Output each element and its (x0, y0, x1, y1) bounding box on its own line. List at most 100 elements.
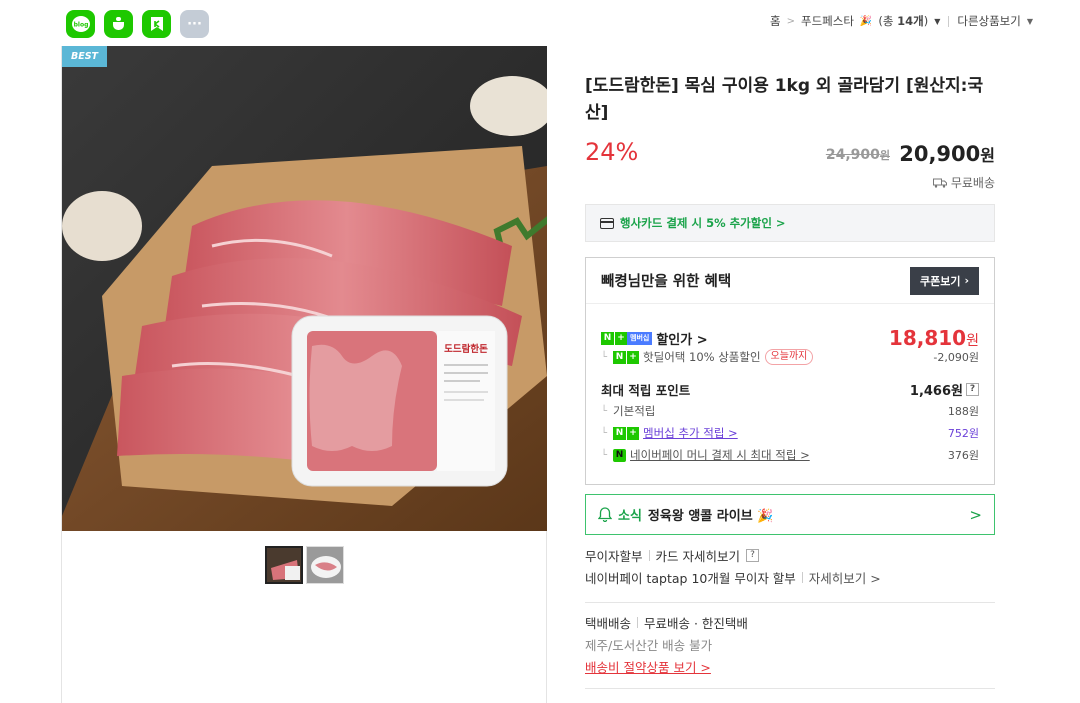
news-banner[interactable]: 소식 정육왕 앵콜 라이브 🎉 > (585, 494, 995, 535)
breadcrumb-home[interactable]: 홈 (770, 13, 781, 29)
base-points-label: 기본적립 (613, 404, 656, 418)
package-brand-text: 도드람한돈 (444, 343, 488, 355)
section-divider (585, 688, 995, 689)
band-icon[interactable] (142, 10, 171, 38)
installment-info: 무이자할부 카드 자세히보기 ? 네이버페이 taptap 10개월 무이자 할… (585, 544, 995, 588)
npay-installment-text: 네이버페이 taptap 10개월 무이자 할부 (585, 570, 796, 586)
product-title: [도드람한돈] 목심 구이용 1kg 외 골라담기 [원산지:국산] (585, 76, 984, 123)
tree-connector: └ (601, 351, 608, 363)
today-only-badge: 오늘까지 (764, 349, 814, 365)
card-detail-link[interactable]: 카드 자세히보기 (656, 546, 740, 565)
chevron-right-icon: > (786, 15, 796, 27)
chevron-right-icon: › (964, 274, 969, 287)
hotdeal-label: 핫딜어택 10% 상품할인 (643, 350, 761, 364)
count-value: 14개 (897, 14, 924, 28)
tree-connector: └ (601, 405, 608, 417)
member-points-row: └ N + 멤버십 추가 적립 > 752원 (601, 425, 979, 441)
naver-plus-membership-icon: N + 멤버십 (601, 331, 653, 345)
coupon-button-label: 쿠폰보기 (919, 274, 961, 288)
help-icon[interactable]: ? (746, 548, 759, 562)
points-row: 최대 적립 포인트 1,466원? (601, 380, 979, 399)
best-badge: BEST (62, 46, 107, 67)
delivery-method: 택배배송 (585, 615, 632, 631)
coupon-button[interactable]: 쿠폰보기 › (909, 266, 979, 295)
tree-connector: └ (601, 427, 608, 439)
news-text: 정육왕 앵콜 라이브 🎉 (647, 509, 774, 524)
truck-icon (932, 178, 947, 188)
hotdeal-row: └ N + 핫딜어택 10% 상품할인 오늘까지 -2,090원 (601, 349, 979, 365)
points-value-text: 1,466원 (909, 384, 963, 399)
thumbnail-list (265, 546, 344, 584)
pork-neck-photo: 도드람한돈 (62, 46, 547, 531)
help-icon[interactable]: ? (966, 383, 979, 396)
shipping-text: 무료배송 (950, 176, 995, 190)
original-price-value: 24,900 (825, 147, 880, 163)
delivery-restriction: 제주/도서산간 배송 불가 (585, 637, 713, 653)
divider (948, 15, 950, 27)
news-tag: 소식 (618, 509, 642, 524)
installment-detail-link[interactable]: 자세히보기 > (809, 568, 881, 587)
npay-points-row: └ N 네이버페이 머니 결제 시 최대 적립 > 376원 (601, 447, 979, 463)
credit-card-icon (600, 217, 614, 229)
count-suffix: ) (923, 14, 929, 28)
npay-points-value: 376원 (947, 449, 979, 462)
discount-price-value: 18,810 (888, 326, 967, 350)
blog-icon-text: blog (73, 22, 88, 29)
thumbnail-2[interactable] (306, 546, 344, 584)
naver-plus-icon: N + (613, 426, 640, 440)
benefit-heading: 빼켱님만을 위한 혜택 (601, 274, 732, 290)
chevron-right-icon: > (969, 505, 982, 524)
other-products-link[interactable]: 다른상품보기 (957, 13, 1020, 29)
delivery-detail: 무료배송 · 한진택배 (644, 615, 748, 631)
section-divider (585, 602, 995, 603)
naver-pay-icon: N (613, 448, 627, 462)
sale-price-unit: 원 (980, 146, 995, 165)
thumbnail-1[interactable] (265, 546, 303, 584)
shipping-info: 무료배송 (932, 174, 995, 191)
more-icon-label: ··· (187, 16, 202, 32)
shipping-saving-link[interactable]: 배송비 절약상품 보기 > (585, 657, 711, 676)
base-points-value: 188원 (947, 405, 979, 418)
sale-price-value: 20,900 (899, 142, 981, 166)
party-popper-icon: 🎉 (859, 15, 873, 27)
divider (801, 571, 803, 583)
blog-icon[interactable]: blog (66, 10, 95, 38)
original-price: 24,900원 (826, 147, 890, 163)
tree-connector: └ (601, 449, 608, 461)
card-promo-text: 행사카드 결제 시 5% 추가할인 > (620, 216, 786, 230)
more-icon[interactable]: ··· (180, 10, 209, 38)
hotdeal-amount: -2,090원 (933, 351, 979, 364)
discount-rate: 24% (585, 138, 639, 166)
breadcrumb-store[interactable]: 푸드페스타 (801, 13, 854, 29)
member-points-link[interactable]: 멤버십 추가 적립 > (643, 425, 738, 441)
original-price-unit: 원 (879, 149, 890, 162)
product-gallery: BEST 도드람한돈 (61, 46, 547, 703)
member-points-value: 752원 (947, 427, 979, 440)
top-bar: blog ··· 홈 > 푸드페스타 🎉 (총 14개) ▼ 다른상품보기 ▼ (0, 0, 1080, 46)
caret-down-icon[interactable]: ▼ (934, 17, 940, 26)
base-points-row: └ 기본적립 188원 (601, 403, 979, 419)
breadcrumb: 홈 > 푸드페스타 🎉 (총 14개) ▼ 다른상품보기 ▼ (770, 13, 1033, 29)
main-product-image[interactable]: BEST 도드람한돈 (62, 46, 547, 531)
bell-icon (598, 507, 612, 522)
naver-plus-icon: N + (613, 350, 640, 364)
benefit-box: 빼켱님만을 위한 혜택 쿠폰보기 › N + 멤버십 할인가 > 18,810원 └ … (585, 257, 995, 485)
discount-row: N + 멤버십 할인가 > 18,810원 (601, 326, 979, 350)
installment-label: 무이자할부 (585, 548, 643, 564)
divider (648, 549, 650, 561)
cafe-icon[interactable] (104, 10, 133, 38)
share-icons: blog ··· (66, 10, 209, 38)
discount-price-unit: 원 (966, 333, 979, 349)
breadcrumb-count: (총 14개) (878, 13, 928, 29)
points-label: 최대 적립 포인트 (601, 383, 691, 398)
count-prefix: (총 (878, 14, 898, 28)
divider (637, 616, 639, 628)
membership-badge: 멤버십 (627, 331, 653, 345)
npay-points-link[interactable]: 네이버페이 머니 결제 시 최대 적립 > (630, 447, 810, 463)
points-value: 1,466원? (910, 380, 979, 399)
caret-down-icon[interactable]: ▼ (1027, 17, 1033, 26)
sale-price: 20,900원 (899, 142, 995, 166)
discount-label[interactable]: 할인가 > (656, 329, 707, 348)
card-promo-box[interactable]: 행사카드 결제 시 5% 추가할인 > (585, 204, 995, 242)
delivery-info: 택배배송 무료배송 · 한진택배 제주/도서산간 배송 불가 배송비 절약상품 … (585, 611, 995, 677)
